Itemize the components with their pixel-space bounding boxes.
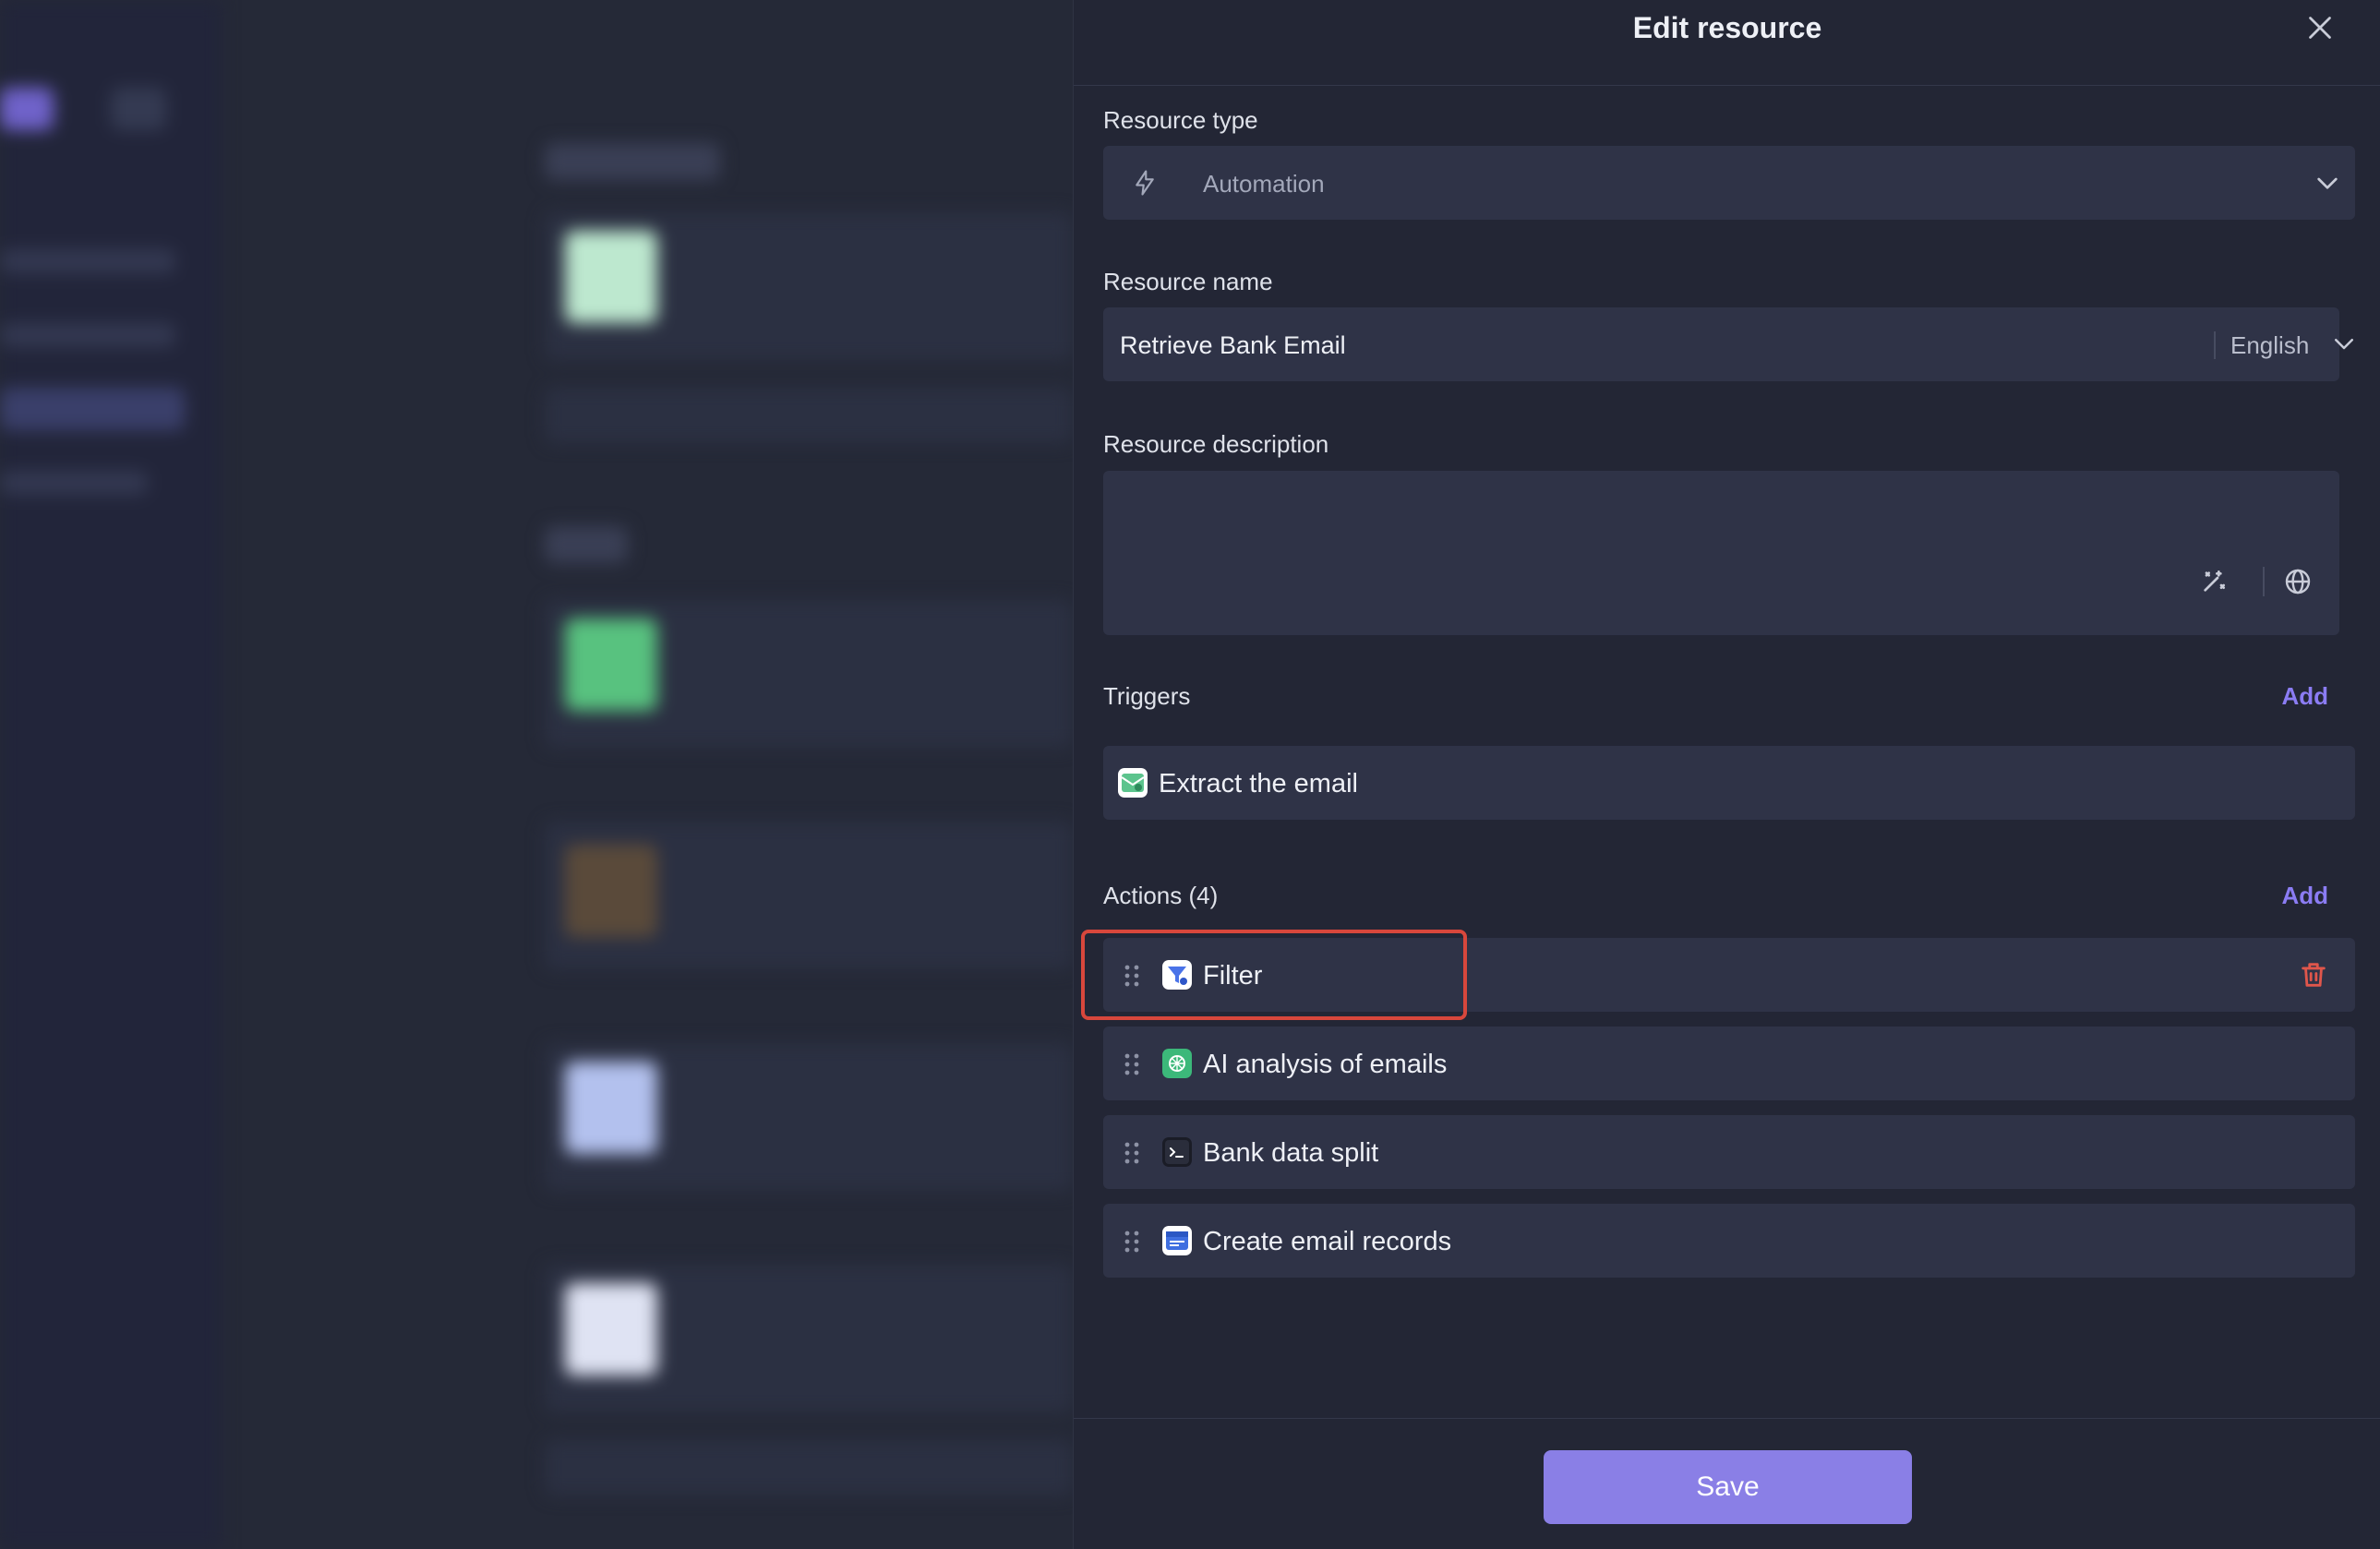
panel-header: Edit resource <box>1074 0 2380 86</box>
background-app <box>0 0 1073 1549</box>
language-select[interactable]: English <box>2230 331 2309 360</box>
resource-description-label: Resource description <box>1103 430 1329 458</box>
resource-name-input[interactable]: Retrieve Bank Email English <box>1103 307 2353 381</box>
ai-icon <box>1162 1049 1192 1078</box>
add-action-button[interactable]: Add <box>2281 882 2328 910</box>
filter-icon <box>1162 960 1192 990</box>
drag-handle-icon[interactable] <box>1124 1141 1140 1165</box>
drag-handle-icon[interactable] <box>1124 964 1140 988</box>
resource-name-label: Resource name <box>1103 268 1273 295</box>
action-item-ai-analysis[interactable]: AI analysis of emails <box>1103 1027 2355 1100</box>
globe-icon[interactable] <box>2283 567 2313 596</box>
drag-handle-icon[interactable] <box>1124 1052 1140 1076</box>
bolt-icon <box>1136 170 1154 196</box>
trash-icon[interactable] <box>2298 958 2329 991</box>
action-label: Create email records <box>1203 1227 1452 1256</box>
terminal-icon <box>1162 1137 1192 1167</box>
action-label: Bank data split <box>1203 1138 1379 1168</box>
resource-type-value: Automation <box>1203 170 1325 198</box>
action-item-filter[interactable]: Filter <box>1103 938 2355 1012</box>
actions-label: Actions (4) <box>1103 882 1219 909</box>
trigger-label: Extract the email <box>1159 769 1358 799</box>
magic-wand-icon[interactable] <box>2199 567 2229 596</box>
trigger-item[interactable]: Extract the email <box>1103 746 2355 820</box>
panel-footer: Save <box>1074 1418 2380 1549</box>
edit-resource-panel: Edit resource Resource type Automation R… <box>1073 0 2380 1549</box>
action-item-bank-data-split[interactable]: Bank data split <box>1103 1115 2355 1189</box>
mail-extract-icon <box>1118 768 1148 798</box>
resource-type-select[interactable]: Automation <box>1103 146 2355 220</box>
save-button[interactable]: Save <box>1544 1450 1912 1524</box>
add-trigger-button[interactable]: Add <box>2281 682 2328 711</box>
background-sidebar <box>0 0 222 1549</box>
action-item-create-email-records[interactable]: Create email records <box>1103 1204 2355 1278</box>
divider <box>2214 331 2216 359</box>
resource-name-value: Retrieve Bank Email <box>1120 331 1346 359</box>
triggers-label: Triggers <box>1103 682 1191 710</box>
divider <box>2263 567 2265 596</box>
action-label: AI analysis of emails <box>1203 1050 1448 1079</box>
record-icon <box>1162 1226 1192 1255</box>
resource-description-textarea[interactable] <box>1103 471 2339 635</box>
close-icon[interactable] <box>2303 11 2337 44</box>
chevron-down-icon <box>2317 177 2338 189</box>
panel-title: Edit resource <box>1632 11 1822 44</box>
action-label: Filter <box>1203 961 1263 991</box>
chevron-down-icon[interactable] <box>2330 330 2358 357</box>
drag-handle-icon[interactable] <box>1124 1230 1140 1254</box>
resource-type-label: Resource type <box>1103 106 1258 134</box>
